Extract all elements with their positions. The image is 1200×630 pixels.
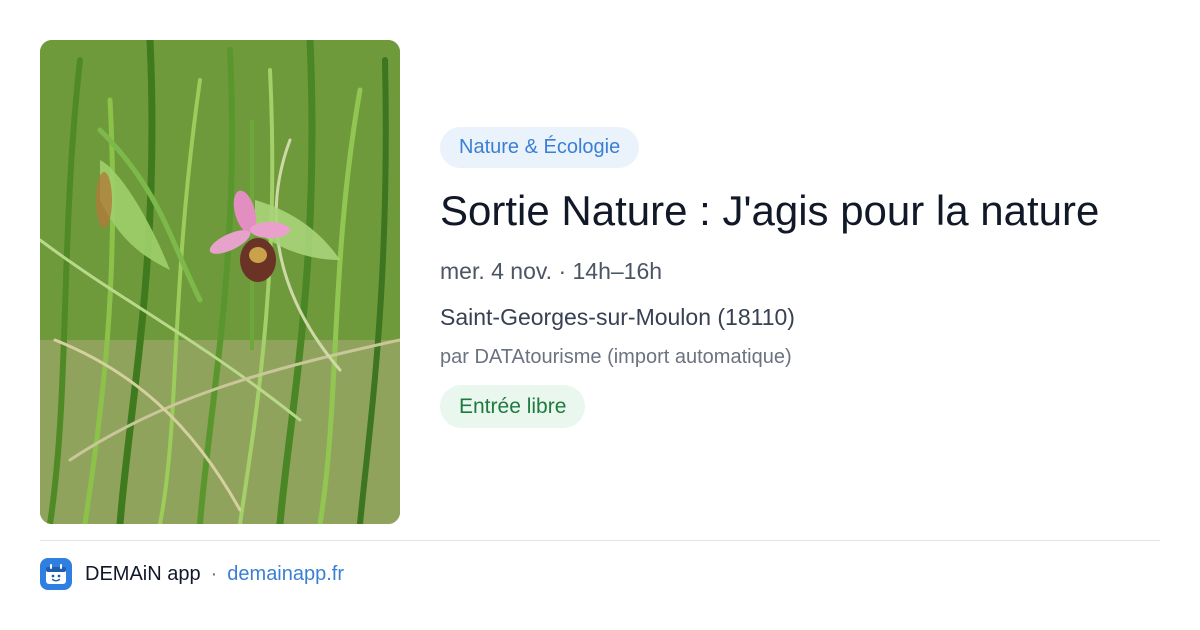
event-photo [40,40,400,524]
event-datetime: mer. 4 nov. · 14h–16h [440,258,663,284]
footer-separator: · [210,562,218,585]
orchid-photo-illustration [40,40,400,524]
event-location: Saint-Georges-sur-Moulon (18110) [440,304,795,330]
app-website-link[interactable]: demainapp.fr [227,563,344,586]
event-share-card: Nature & Écologie Sortie Nature : J'agis… [0,0,1200,630]
app-name: DEMAiN app [85,562,201,585]
event-organizer: par DATAtourisme (import automatique) [440,346,792,368]
event-info: Nature & Écologie Sortie Nature : J'agis… [440,127,1160,428]
category-chip[interactable]: Nature & Écologie [440,127,640,168]
demain-app-logo-icon [40,558,72,590]
footer-divider [40,540,1160,541]
footer: DEMAiN app · demainapp.fr [40,557,344,591]
price-chip: Entrée libre [440,385,586,428]
event-title: Sortie Nature : J'agis pour la nature [440,187,1100,234]
